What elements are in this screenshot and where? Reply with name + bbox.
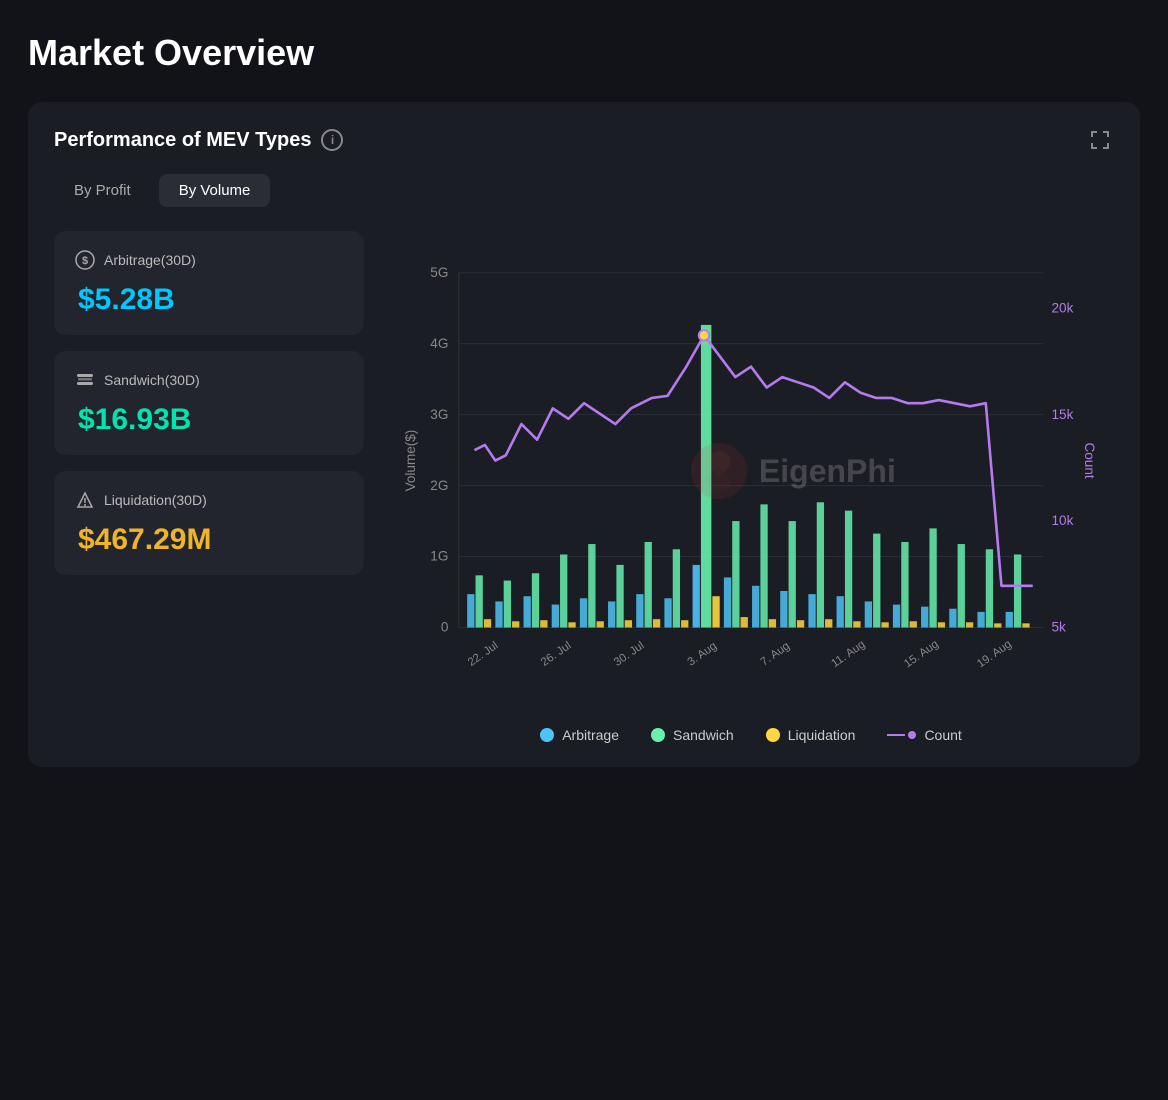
legend-dot-purple — [908, 731, 916, 739]
svg-text:7. Aug: 7. Aug — [759, 640, 793, 668]
svg-text:5G: 5G — [430, 265, 448, 280]
svg-text:10k: 10k — [1052, 513, 1074, 528]
info-icon[interactable]: i — [321, 129, 343, 151]
liquidation-label: Liquidation(30D) — [74, 489, 344, 511]
liquidation-value: $467.29M — [74, 523, 344, 557]
svg-text:5k: 5k — [1052, 620, 1067, 635]
legend-arbitrage: Arbitrage — [540, 727, 619, 743]
svg-text:Count: Count — [1082, 442, 1097, 478]
sandwich-card: Sandwich(30D) $16.93B — [54, 351, 364, 455]
page-title: Market Overview — [28, 32, 1140, 74]
legend-liquidation: Liquidation — [766, 727, 856, 743]
arbitrage-label: $ Arbitrage(30D) — [74, 249, 344, 271]
metrics-column: $ Arbitrage(30D) $5.28B — [54, 231, 364, 743]
legend-dot-liquidation — [766, 728, 780, 742]
content-area: $ Arbitrage(30D) $5.28B — [54, 231, 1114, 743]
chart-area: EigenPhi 0 1G 2G — [388, 231, 1114, 743]
svg-text:Volume($): Volume($) — [403, 430, 418, 492]
legend-count: Count — [887, 727, 961, 743]
arbitrage-card: $ Arbitrage(30D) $5.28B — [54, 231, 364, 335]
arbitrage-value: $5.28B — [74, 283, 344, 317]
arbitrage-icon: $ — [74, 249, 96, 271]
svg-text:3G: 3G — [430, 407, 448, 422]
toggle-row: By Profit By Volume — [54, 174, 1114, 207]
svg-text:30. Jul: 30. Jul — [612, 640, 647, 669]
legend: Arbitrage Sandwich Liquidation Count — [388, 727, 1114, 743]
card-header-left: Performance of MEV Types i — [54, 129, 343, 152]
sandwich-label: Sandwich(30D) — [74, 369, 344, 391]
sandwich-value: $16.93B — [74, 403, 344, 437]
chart-wrapper: EigenPhi 0 1G 2G — [388, 231, 1114, 711]
svg-text:2G: 2G — [430, 478, 448, 493]
svg-text:0: 0 — [441, 620, 449, 635]
svg-text:20k: 20k — [1052, 300, 1074, 315]
svg-text:4G: 4G — [430, 336, 448, 351]
main-panel: Performance of MEV Types i By Profit By … — [28, 102, 1140, 767]
sandwich-icon — [74, 369, 96, 391]
legend-count-line — [887, 731, 916, 739]
card-header: Performance of MEV Types i — [54, 126, 1114, 154]
panel-title: Performance of MEV Types — [54, 129, 311, 152]
by-volume-button[interactable]: By Volume — [159, 174, 271, 207]
legend-dot-sandwich — [651, 728, 665, 742]
svg-text:$: $ — [82, 255, 88, 267]
expand-icon[interactable] — [1086, 126, 1114, 154]
liquidation-icon — [74, 489, 96, 511]
legend-dot-arbitrage — [540, 728, 554, 742]
svg-text:1G: 1G — [430, 549, 448, 564]
legend-line-purple — [887, 734, 905, 736]
svg-text:3. Aug: 3. Aug — [686, 640, 720, 668]
chart-svg: 0 1G 2G 3G 4G 5G Volume($) 5k 10k 15k 20… — [388, 231, 1114, 711]
svg-text:26. Jul: 26. Jul — [539, 640, 574, 669]
svg-text:22. Jul: 22. Jul — [466, 640, 501, 669]
svg-text:15k: 15k — [1052, 407, 1074, 422]
by-profit-button[interactable]: By Profit — [54, 174, 151, 207]
svg-text:15. Aug: 15. Aug — [902, 638, 941, 670]
svg-text:19. Aug: 19. Aug — [975, 638, 1014, 670]
svg-text:11. Aug: 11. Aug — [829, 638, 867, 670]
liquidation-card: Liquidation(30D) $467.29M — [54, 471, 364, 575]
legend-sandwich: Sandwich — [651, 727, 734, 743]
